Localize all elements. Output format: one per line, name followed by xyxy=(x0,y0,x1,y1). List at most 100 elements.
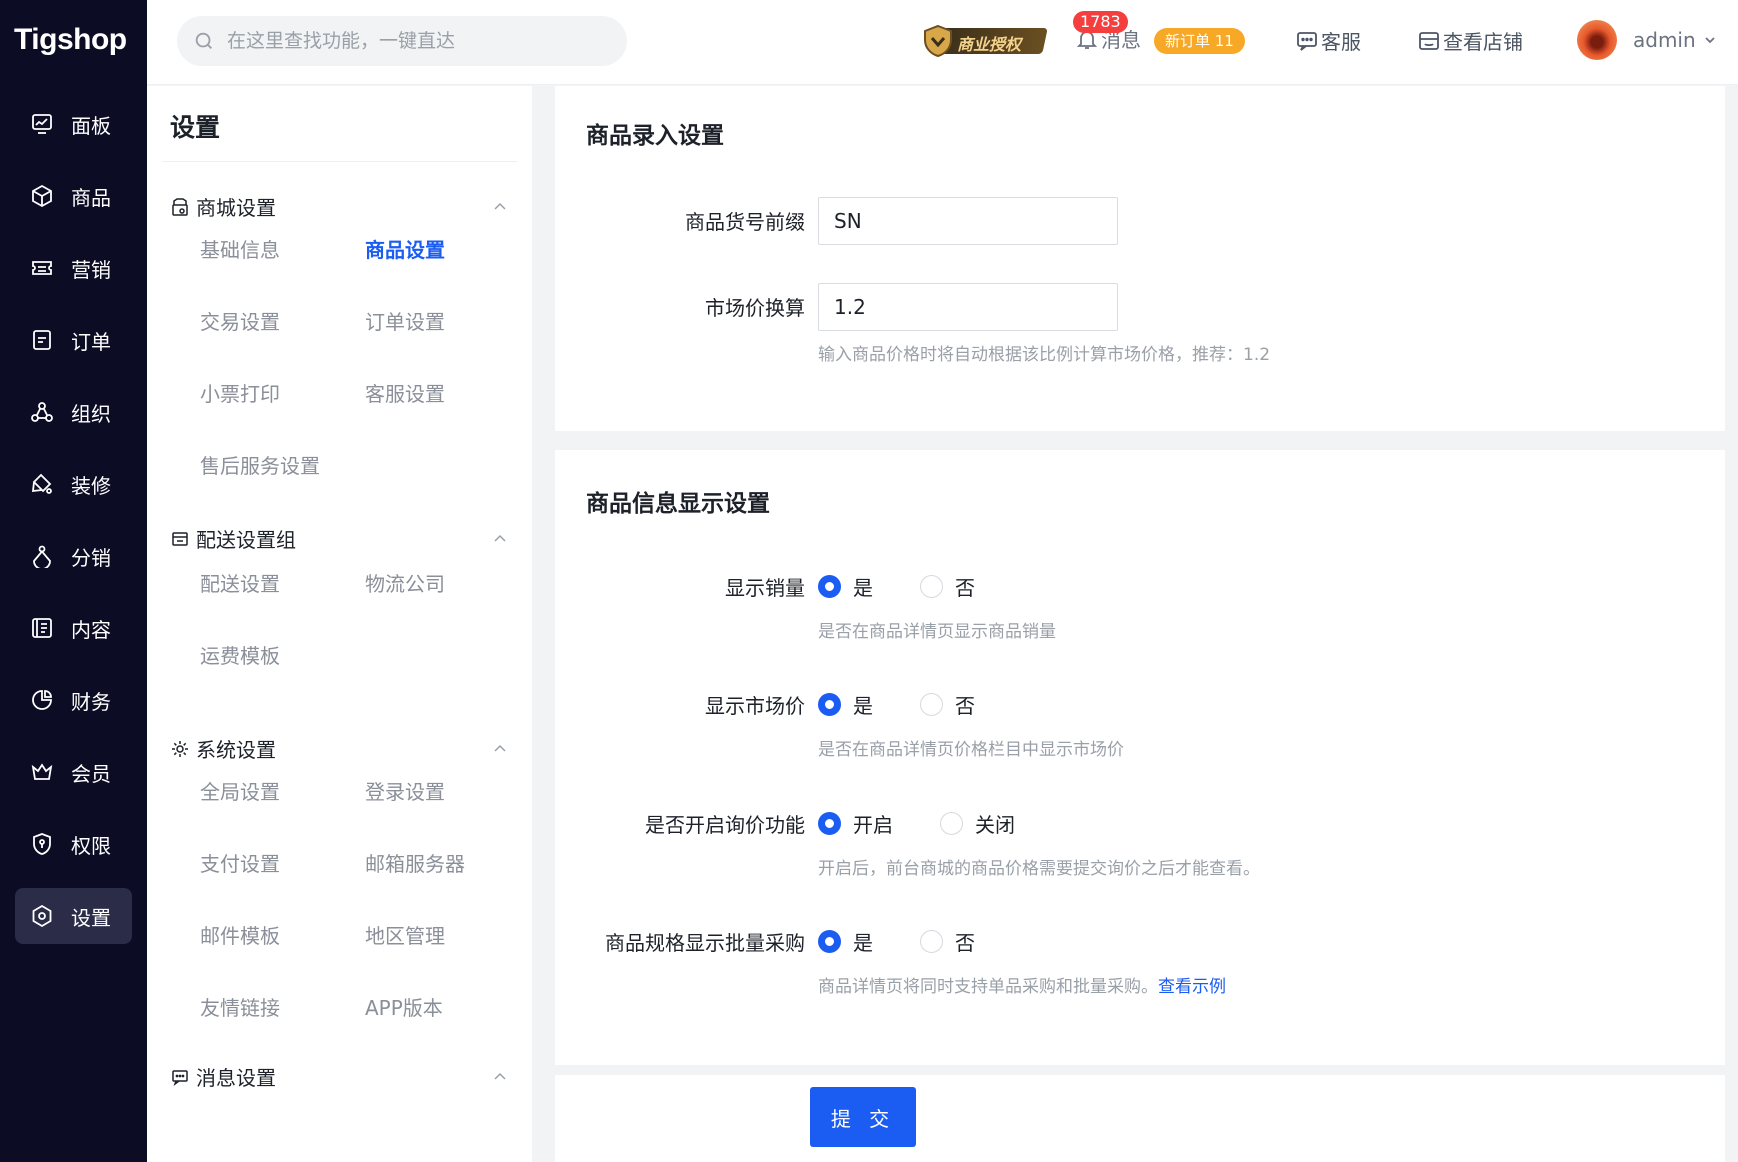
chat-icon xyxy=(1297,31,1317,51)
gear-icon xyxy=(32,904,52,928)
submenu-link-mail-template[interactable]: 邮件模板 xyxy=(200,920,280,949)
view-store-label: 查看店铺 xyxy=(1443,30,1523,54)
radio-dot xyxy=(920,575,943,598)
nav-label: 会员 xyxy=(71,761,111,786)
chevron-up-icon[interactable] xyxy=(490,529,510,549)
chevron-down-icon xyxy=(1705,37,1715,44)
message-count-badge: 1783 xyxy=(1073,11,1128,33)
submenu-link-order-settings[interactable]: 订单设置 xyxy=(365,306,445,335)
nav-label: 面板 xyxy=(71,113,111,138)
submenu-link-global[interactable]: 全局设置 xyxy=(200,776,280,805)
customer-service-label: 客服 xyxy=(1321,30,1361,54)
submenu-link-delivery[interactable]: 配送设置 xyxy=(200,568,280,597)
nav-item-settings[interactable]: 设置 xyxy=(15,888,132,944)
radio-label: 否 xyxy=(955,694,975,718)
submenu-link-product-settings[interactable]: 商品设置 xyxy=(365,234,445,263)
view-example-link[interactable]: 查看示例 xyxy=(1158,977,1226,997)
market-ratio-hint: 输入商品价格时将自动根据该比例计算市场价格，推荐：1.2 xyxy=(818,345,1271,365)
distribution-icon xyxy=(33,545,51,568)
system-gear-icon xyxy=(172,740,188,757)
show-sales-no-radio[interactable]: 否 xyxy=(920,572,975,601)
enable-inquiry-on-radio[interactable]: 开启 xyxy=(818,809,893,838)
hint-text: 商品详情页将同时支持单品采购和批量采购。 xyxy=(818,977,1158,997)
bulk-purchase-yes-radio[interactable]: 是 xyxy=(818,927,873,956)
customer-service-link[interactable]: 客服 xyxy=(1295,26,1361,55)
store-lock-icon xyxy=(172,197,188,216)
commercial-license-badge[interactable]: 商业授权 xyxy=(921,24,1048,58)
submenu-link-aftersale[interactable]: 售后服务设置 xyxy=(200,450,320,479)
submenu-link-trade-settings[interactable]: 交易设置 xyxy=(200,306,280,335)
group-system-settings[interactable]: 系统设置 xyxy=(170,734,510,763)
group-title: 商城设置 xyxy=(196,196,276,220)
shield-icon xyxy=(33,833,51,855)
nav-item-marketing[interactable]: 营销 xyxy=(15,240,132,296)
show-market-price-hint: 是否在商品详情页价格栏目中显示市场价 xyxy=(818,740,1124,760)
sn-prefix-label: 商品货号前缀 xyxy=(685,210,805,234)
bulk-purchase-hint: 商品详情页将同时支持单品采购和批量采购。查看示例 xyxy=(818,972,1226,997)
submenu-link-receipt-print[interactable]: 小票打印 xyxy=(200,378,280,407)
nav-item-permissions[interactable]: 权限 xyxy=(15,816,132,872)
global-search[interactable] xyxy=(177,16,627,66)
new-order-badge[interactable]: 新订单 11 xyxy=(1154,28,1245,54)
nav-label: 订单 xyxy=(71,329,111,354)
organization-icon xyxy=(31,402,53,422)
show-sales-yes-radio[interactable]: 是 xyxy=(818,572,873,601)
card-title: 商品信息显示设置 xyxy=(586,491,770,517)
chevron-up-icon[interactable] xyxy=(490,739,510,759)
nav-item-orders[interactable]: 订单 xyxy=(15,312,132,368)
crown-icon xyxy=(31,763,53,780)
market-ratio-input[interactable] xyxy=(818,283,1118,331)
nav-item-decoration[interactable]: 装修 xyxy=(15,456,132,512)
submenu-link-payment[interactable]: 支付设置 xyxy=(200,848,280,877)
nav-item-members[interactable]: 会员 xyxy=(15,744,132,800)
nav-label: 设置 xyxy=(71,905,111,930)
product-entry-card: 商品录入设置 商品货号前缀 市场价换算 输入商品价格时将自动根据该比例计算市场价… xyxy=(555,86,1725,431)
license-label: 商业授权 xyxy=(957,35,1022,54)
nav-item-organization[interactable]: 组织 xyxy=(15,384,132,440)
nav-item-content[interactable]: 内容 xyxy=(15,600,132,656)
search-input[interactable] xyxy=(227,30,607,52)
app-logo[interactable]: Tigshop xyxy=(14,20,134,60)
submenu-title: 设置 xyxy=(170,113,221,142)
submenu-link-app-version[interactable]: APP版本 xyxy=(365,992,443,1021)
show-sales-hint: 是否在商品详情页显示商品销量 xyxy=(818,622,1056,642)
nav-item-finance[interactable]: 财务 xyxy=(15,672,132,728)
message-icon xyxy=(172,1069,188,1086)
chevron-up-icon[interactable] xyxy=(490,1067,510,1087)
radio-dot xyxy=(818,575,841,598)
view-store-link[interactable]: 查看店铺 xyxy=(1417,26,1523,55)
radio-label: 开启 xyxy=(853,813,893,837)
show-market-price-label: 显示市场价 xyxy=(705,694,805,718)
submenu-link-shipping-template[interactable]: 运费模板 xyxy=(200,640,280,669)
search-icon xyxy=(195,32,212,49)
nav-label: 商品 xyxy=(71,185,111,210)
submenu-link-login[interactable]: 登录设置 xyxy=(365,776,445,805)
nav-label: 分销 xyxy=(71,545,111,570)
nav-item-products[interactable]: 商品 xyxy=(15,168,132,224)
group-message-settings[interactable]: 消息设置 xyxy=(170,1062,510,1091)
show-market-price-yes-radio[interactable]: 是 xyxy=(818,690,873,719)
user-menu[interactable]: admin xyxy=(1577,20,1718,60)
submenu-link-service-settings[interactable]: 客服设置 xyxy=(365,378,445,407)
nav-item-dashboard[interactable]: 面板 xyxy=(15,96,132,152)
pie-chart-icon xyxy=(32,690,52,710)
submenu-link-mail-server[interactable]: 邮箱服务器 xyxy=(365,848,465,877)
sn-prefix-input[interactable] xyxy=(818,197,1118,245)
submenu-link-friend-links[interactable]: 友情链接 xyxy=(200,992,280,1021)
submit-button[interactable]: 提 交 xyxy=(810,1087,916,1147)
submenu-link-basic-info[interactable]: 基础信息 xyxy=(200,234,280,263)
enable-inquiry-off-radio[interactable]: 关闭 xyxy=(940,809,1015,838)
submenu-link-logistics[interactable]: 物流公司 xyxy=(365,568,445,597)
paint-icon xyxy=(31,473,52,494)
group-delivery-settings[interactable]: 配送设置组 xyxy=(170,524,510,553)
content-icon xyxy=(32,618,52,638)
store-icon xyxy=(1419,31,1439,50)
license-shield-icon xyxy=(924,24,952,58)
ticket-icon xyxy=(32,261,52,275)
box-icon xyxy=(32,184,52,208)
enable-inquiry-label: 是否开启询价功能 xyxy=(645,813,805,837)
bulk-purchase-no-radio[interactable]: 否 xyxy=(920,927,975,956)
show-market-price-no-radio[interactable]: 否 xyxy=(920,690,975,719)
nav-item-distribution[interactable]: 分销 xyxy=(15,528,132,584)
submenu-link-region[interactable]: 地区管理 xyxy=(365,920,445,949)
